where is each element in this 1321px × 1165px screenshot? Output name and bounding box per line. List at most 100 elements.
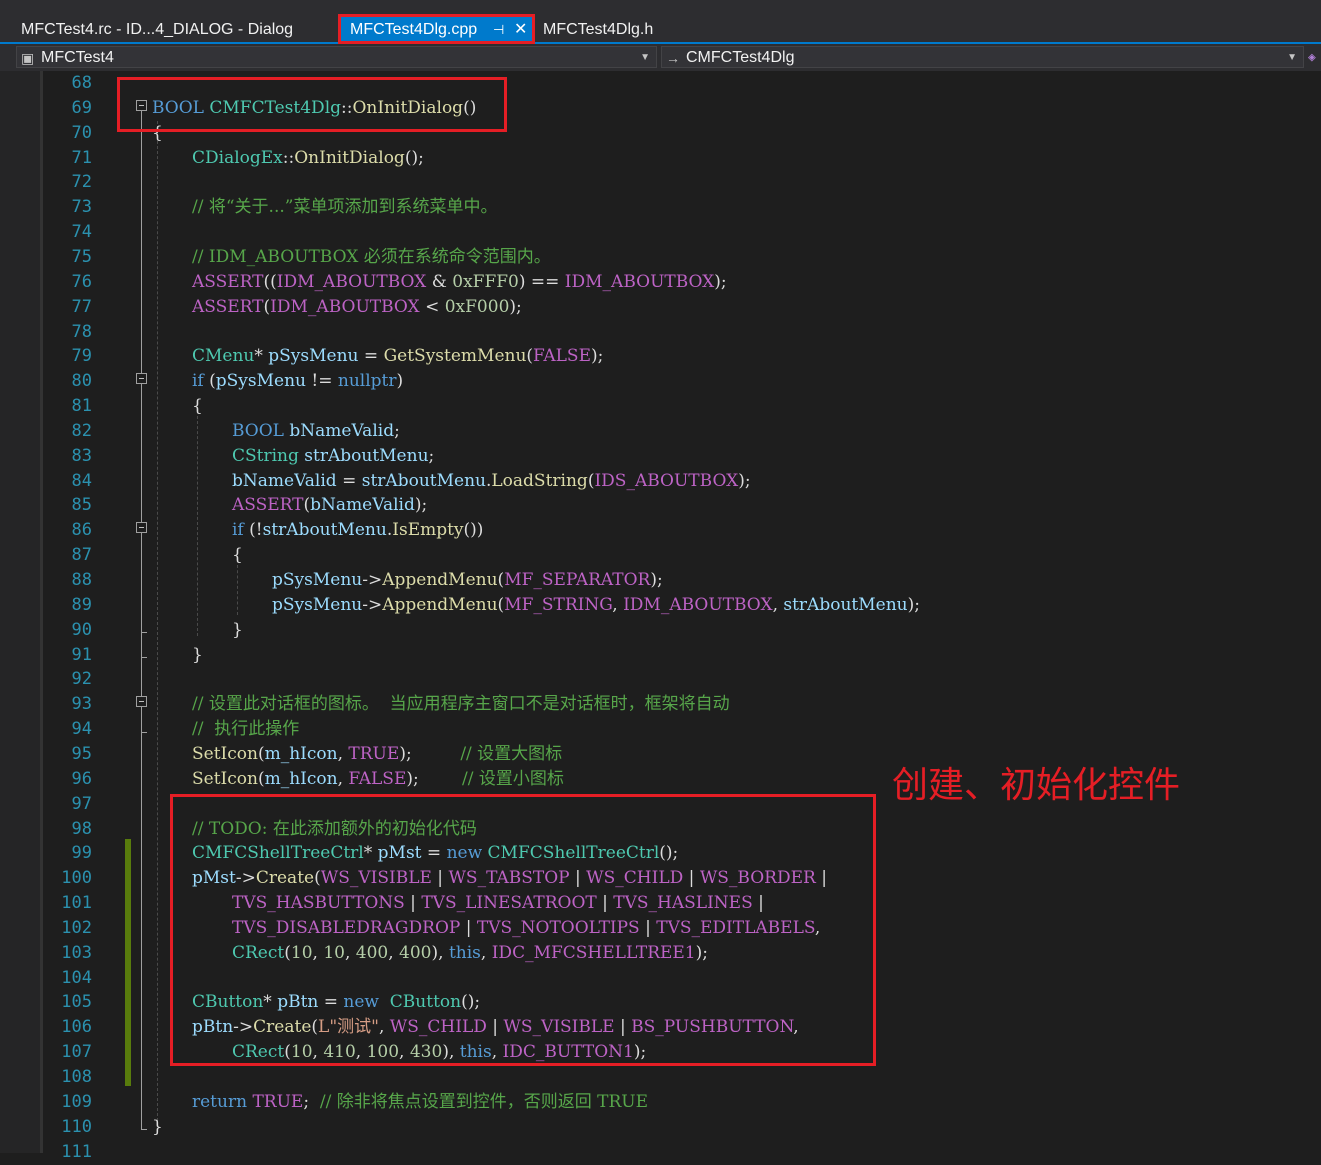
- code-token: ((: [263, 271, 277, 292]
- code-line[interactable]: 83 CString strAboutMenu;: [0, 444, 1321, 469]
- code-token: );: [714, 271, 727, 292]
- code-token: }: [152, 1116, 163, 1137]
- code-line[interactable]: 93 // 设置此对话框的图标。 当应用程序主窗口不是对话框时，框架将自动: [0, 692, 1321, 717]
- code-line[interactable]: 74: [0, 220, 1321, 245]
- project-name: MFCTest4: [41, 49, 114, 66]
- code-token: ,: [772, 594, 784, 615]
- project-dropdown[interactable]: ▣ MFCTest4 ▼: [16, 46, 657, 68]
- code-token: );: [907, 594, 920, 615]
- code-token: FALSE: [348, 768, 407, 789]
- code-line[interactable]: 73 // 将“关于...”菜单项添加到系统菜单中。: [0, 195, 1321, 220]
- code-token: // 除非将焦点设置到控件，否则返回 TRUE: [319, 1091, 649, 1112]
- code-line[interactable]: 90}: [0, 618, 1321, 643]
- line-number: 81: [71, 396, 92, 417]
- code-text: ASSERT((IDM_ABOUTBOX & 0xFFF0) == IDM_AB…: [192, 270, 727, 295]
- code-token: IDM_ABOUTBOX: [270, 296, 420, 317]
- code-token: pSysMenu: [272, 594, 363, 615]
- code-token: // 将“关于...”菜单项添加到系统菜单中。: [192, 197, 498, 218]
- code-line[interactable]: 85 ASSERT(bNameValid);: [0, 493, 1321, 518]
- line-number: 68: [71, 73, 92, 93]
- code-line[interactable]: 91}: [0, 643, 1321, 668]
- code-line[interactable]: 72: [0, 170, 1321, 195]
- code-text: }: [232, 618, 243, 643]
- code-token: ): [396, 371, 404, 392]
- code-text: // 执行此操作: [192, 717, 299, 742]
- code-token: ->: [362, 594, 383, 615]
- code-token: ,: [337, 768, 349, 789]
- code-line[interactable]: 77 ASSERT(IDM_ABOUTBOX < 0xF000);: [0, 295, 1321, 320]
- line-number: 106: [61, 1017, 92, 1038]
- code-token: 0xF000: [444, 296, 510, 317]
- code-token: // 设置小图标: [461, 768, 564, 789]
- code-token: bNameValid: [310, 495, 415, 516]
- chevron-down-icon[interactable]: ▼: [640, 47, 650, 69]
- line-number: 78: [71, 321, 92, 342]
- line-number: 70: [71, 122, 92, 143]
- line-number: 69: [71, 97, 92, 118]
- chevron-down-icon[interactable]: ▼: [1287, 47, 1297, 69]
- code-token: return: [192, 1091, 248, 1112]
- code-token: pSysMenu: [268, 346, 359, 367]
- code-line[interactable]: 111: [0, 1140, 1321, 1165]
- code-token: // 设置大图标: [460, 743, 563, 764]
- code-line[interactable]: 108: [0, 1065, 1321, 1090]
- code-text: CMenu* pSysMenu = GetSystemMenu(FALSE);: [192, 344, 603, 369]
- code-line[interactable]: 88 pSysMenu->AppendMenu(MF_SEPARATOR);: [0, 568, 1321, 593]
- code-line[interactable]: 76 ASSERT((IDM_ABOUTBOX & 0xFFF0) == IDM_…: [0, 270, 1321, 295]
- line-number: 97: [71, 793, 92, 814]
- code-line[interactable]: 81 {: [0, 394, 1321, 419]
- code-token: );: [414, 495, 428, 516]
- code-token: FALSE: [533, 346, 591, 367]
- code-token: strAboutMenu: [304, 445, 429, 466]
- highlight-box-create-controls: [170, 794, 876, 1066]
- code-token: }: [192, 644, 203, 665]
- code-text: bNameValid = strAboutMenu.LoadString(IDS…: [232, 469, 751, 494]
- code-line[interactable]: 75 // IDM_ABOUTBOX 必须在系统命令范围内。: [0, 245, 1321, 270]
- line-number: 77: [71, 296, 92, 317]
- code-text: {: [232, 543, 243, 568]
- code-text: }: [192, 643, 203, 668]
- code-token: );: [509, 296, 522, 317]
- code-token: (!: [243, 520, 263, 541]
- code-token: ,: [337, 743, 349, 764]
- line-number: 88: [71, 570, 92, 590]
- tab-mfctest4dlg-h[interactable]: MFCTest4Dlg.h: [543, 18, 653, 42]
- code-token: if: [232, 520, 244, 541]
- code-line[interactable]: 110}: [0, 1115, 1321, 1140]
- code-token: );: [738, 470, 751, 491]
- line-number: 91: [71, 644, 92, 665]
- line-number: 93: [71, 694, 92, 715]
- code-line[interactable]: 79 CMenu* pSysMenu = GetSystemMenu(FALSE)…: [0, 344, 1321, 369]
- code-line[interactable]: 87 {: [0, 543, 1321, 568]
- code-line[interactable]: 92: [0, 667, 1321, 692]
- code-text: SetIcon(m_hIcon, FALSE); // 设置小图标: [192, 767, 564, 792]
- line-number: 92: [71, 669, 92, 690]
- code-text: // 设置此对话框的图标。 当应用程序主窗口不是对话框时，框架将自动: [192, 692, 730, 717]
- code-line[interactable]: 89 pSysMenu->AppendMenu(MF_STRING, IDM_AB…: [0, 593, 1321, 618]
- code-token: ASSERT: [192, 271, 264, 292]
- class-dropdown[interactable]: → CMFCTest4Dlg ▼: [661, 46, 1304, 68]
- code-token: pSysMenu: [215, 371, 307, 392]
- member-dropdown-icon[interactable]: ◈: [1308, 50, 1316, 65]
- code-line[interactable]: 94 // 执行此操作: [0, 717, 1321, 742]
- code-text: }: [152, 1115, 163, 1140]
- code-line[interactable]: 78: [0, 320, 1321, 345]
- code-line[interactable]: 109 return TRUE; // 除非将焦点设置到控件，否则返回 TRUE: [0, 1090, 1321, 1115]
- code-token: nullptr: [337, 371, 397, 392]
- code-line[interactable]: 84 bNameValid = strAboutMenu.LoadString(I…: [0, 469, 1321, 494]
- line-number: 110: [61, 1116, 92, 1137]
- line-number: 94: [71, 719, 92, 740]
- code-token: ASSERT: [192, 296, 264, 317]
- line-number: 101: [61, 893, 92, 914]
- code-token: bNameValid: [289, 420, 395, 441]
- line-number: 102: [61, 917, 92, 938]
- code-text: BOOL bNameValid;: [232, 419, 400, 444]
- code-token: );: [591, 346, 604, 367]
- code-token: BOOL: [232, 420, 284, 441]
- code-line[interactable]: 86 if (!strAboutMenu.IsEmpty()): [0, 518, 1321, 543]
- code-line[interactable]: 80 if (pSysMenu != nullptr): [0, 369, 1321, 394]
- tab-mfctest4-rc[interactable]: MFCTest4.rc - ID...4_DIALOG - Dialog: [21, 18, 293, 42]
- code-text: return TRUE; // 除非将焦点设置到控件，否则返回 TRUE: [192, 1090, 648, 1115]
- code-line[interactable]: 71 CDialogEx::OnInitDialog();: [0, 146, 1321, 171]
- code-line[interactable]: 82 BOOL bNameValid;: [0, 419, 1321, 444]
